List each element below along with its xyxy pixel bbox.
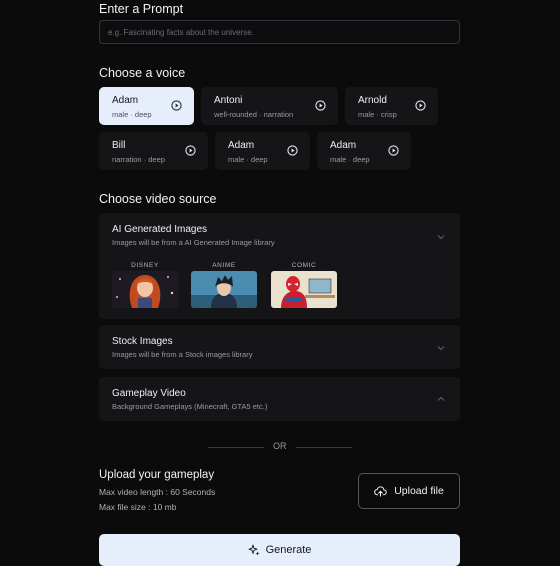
source-desc: Background Gameplays (Minecraft, GTA5 et… — [112, 402, 268, 411]
style-thumbnail-disney[interactable] — [112, 271, 178, 308]
chevron-up-icon[interactable] — [436, 394, 446, 404]
upload-file-label: Upload file — [394, 485, 444, 497]
style-label-disney: DISNEY — [131, 262, 159, 269]
voice-option-adam[interactable]: Adam male · deep — [99, 87, 194, 125]
voice-name: Bill — [112, 140, 126, 151]
upload-max-length: Max video length : 60 Seconds — [99, 487, 216, 497]
chevron-down-icon[interactable] — [436, 232, 446, 242]
upload-max-size: Max file size : 10 mb — [99, 502, 177, 512]
voice-option-arnold[interactable]: Arnold male · crisp — [345, 87, 438, 125]
voice-desc: narration · deep — [112, 155, 165, 164]
upload-heading: Upload your gameplay — [99, 469, 215, 481]
play-icon[interactable] — [415, 100, 426, 111]
generate-button[interactable]: Generate — [99, 534, 460, 566]
source-option-ai-images[interactable]: AI Generated Images Images will be from … — [99, 213, 460, 319]
voice-name: Antoni — [214, 95, 243, 106]
prompt-input[interactable] — [99, 20, 460, 44]
play-icon[interactable] — [388, 145, 399, 156]
video-source-heading: Choose video source — [99, 192, 217, 206]
divider-line-right — [296, 447, 352, 448]
source-option-gameplay-video[interactable]: Gameplay Video Background Gameplays (Min… — [99, 377, 460, 421]
style-label-comic: COMIC — [291, 262, 317, 269]
voice-option-adam-2[interactable]: Adam male · deep — [215, 132, 310, 170]
voice-option-adam-3[interactable]: Adam male · deep — [317, 132, 411, 170]
divider-or: OR — [273, 441, 287, 451]
generate-label: Generate — [265, 544, 312, 556]
style-thumbnail-anime[interactable] — [191, 271, 257, 308]
cloud-upload-icon — [374, 486, 387, 497]
play-icon[interactable] — [171, 100, 182, 111]
sparkles-icon — [248, 544, 260, 556]
style-thumbnail-comic[interactable] — [271, 271, 337, 308]
play-icon[interactable] — [185, 145, 196, 156]
source-title: Stock Images — [112, 336, 173, 347]
voice-desc: well-rounded · narration — [214, 110, 294, 119]
source-title: Gameplay Video — [112, 388, 186, 399]
source-option-stock-images[interactable]: Stock Images Images will be from a Stock… — [99, 325, 460, 369]
source-title: AI Generated Images — [112, 224, 208, 235]
chevron-down-icon[interactable] — [436, 343, 446, 353]
play-icon[interactable] — [315, 100, 326, 111]
voice-heading: Choose a voice — [99, 66, 186, 80]
style-label-anime: ANIME — [212, 262, 236, 269]
upload-file-button[interactable]: Upload file — [358, 473, 460, 509]
prompt-heading: Enter a Prompt — [99, 2, 184, 16]
play-icon[interactable] — [287, 145, 298, 156]
divider-line-left — [208, 447, 264, 448]
source-desc: Images will be from a Stock images libra… — [112, 350, 253, 359]
source-desc: Images will be from a AI Generated Image… — [112, 238, 275, 247]
voice-option-antoni[interactable]: Antoni well-rounded · narration — [201, 87, 338, 125]
voice-option-bill[interactable]: Bill narration · deep — [99, 132, 208, 170]
